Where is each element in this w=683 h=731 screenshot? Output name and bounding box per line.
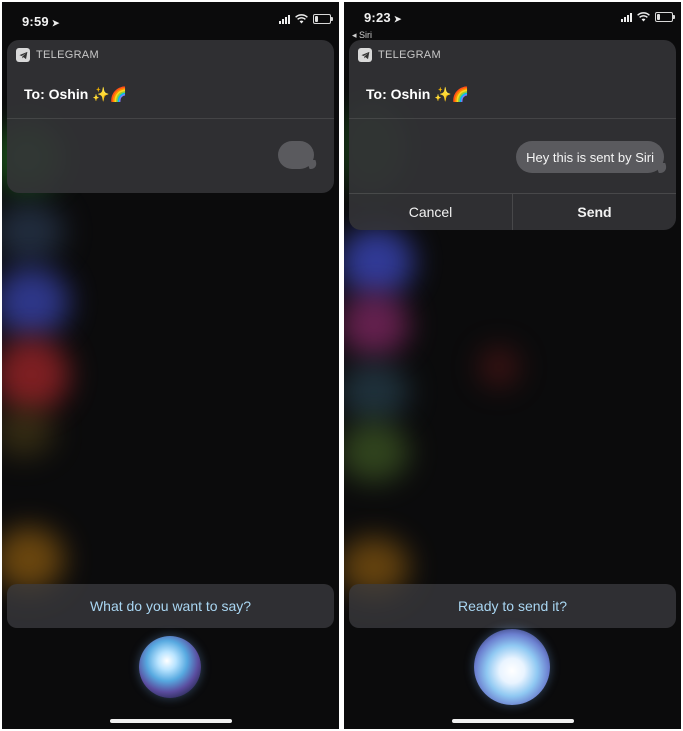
- blurred-app-icon: [344, 292, 409, 357]
- message-area: Hey this is sent by Siri: [349, 119, 676, 193]
- blurred-app-icon: [479, 347, 519, 387]
- status-icons: [621, 12, 675, 22]
- telegram-icon: [16, 48, 30, 62]
- home-indicator[interactable]: [110, 719, 232, 723]
- status-time: 9:23 ➤: [364, 10, 402, 25]
- send-button[interactable]: Send: [513, 194, 676, 230]
- blurred-app-icon: [344, 362, 409, 422]
- battery-icon: [313, 14, 333, 24]
- siri-screen-confirm: 9:23 ➤ ◂ Siri TELEGRAM To: Oshin ✨🌈 Hey t…: [344, 2, 681, 729]
- status-bar: 9:23 ➤ ◂ Siri: [344, 10, 681, 40]
- app-name: TELEGRAM: [378, 49, 441, 61]
- status-icons: [279, 14, 333, 24]
- battery-icon: [655, 12, 675, 22]
- home-indicator[interactable]: [452, 719, 574, 723]
- blurred-app-icon: [2, 337, 69, 412]
- wifi-icon: [637, 12, 650, 22]
- siri-orb-icon[interactable]: [474, 629, 550, 705]
- location-arrow-icon: ➤: [393, 14, 402, 24]
- card-header: TELEGRAM: [7, 40, 334, 70]
- siri-prompt: Ready to send it?: [349, 584, 676, 628]
- action-buttons: Cancel Send: [349, 193, 676, 230]
- status-time: 9:59 ➤: [22, 14, 60, 29]
- blurred-app-icon: [2, 527, 64, 592]
- wifi-icon: [295, 14, 308, 24]
- siri-screen-compose: 9:59 ➤ TELEGRAM To: Oshin ✨🌈 What do you …: [2, 2, 339, 729]
- location-arrow-icon: ➤: [51, 18, 60, 28]
- telegram-siri-card: TELEGRAM To: Oshin ✨🌈: [7, 40, 334, 193]
- message-area: [7, 119, 334, 193]
- status-bar: 9:59 ➤: [2, 14, 339, 34]
- telegram-icon: [358, 48, 372, 62]
- siri-orb-icon[interactable]: [139, 636, 201, 698]
- cellular-signal-icon: [279, 14, 290, 24]
- empty-message-bubble: [278, 141, 314, 169]
- telegram-siri-card: TELEGRAM To: Oshin ✨🌈 Hey this is sent b…: [349, 40, 676, 230]
- card-header: TELEGRAM: [349, 40, 676, 70]
- blurred-app-icon: [2, 407, 54, 457]
- blurred-app-icon: [2, 267, 69, 337]
- blurred-app-icon: [344, 227, 414, 297]
- cancel-button[interactable]: Cancel: [349, 194, 513, 230]
- recipient-field[interactable]: To: Oshin ✨🌈: [349, 70, 676, 119]
- blurred-app-icon: [344, 422, 409, 482]
- siri-prompt: What do you want to say?: [7, 584, 334, 628]
- recipient-field[interactable]: To: Oshin ✨🌈: [7, 70, 334, 119]
- cellular-signal-icon: [621, 12, 632, 22]
- message-bubble[interactable]: Hey this is sent by Siri: [516, 141, 664, 173]
- app-name: TELEGRAM: [36, 49, 99, 61]
- blurred-app-icon: [2, 202, 64, 262]
